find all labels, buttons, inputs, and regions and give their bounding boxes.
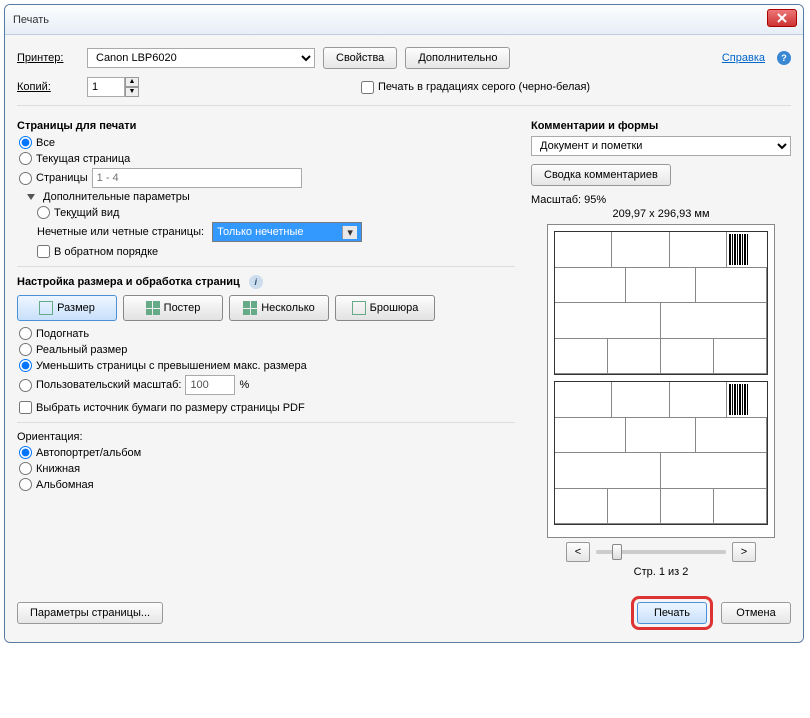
close-icon	[777, 13, 787, 23]
fit-label: Подогнать	[36, 328, 89, 340]
booklet-icon	[352, 301, 366, 315]
printer-label: Принтер:	[17, 52, 79, 64]
radio-current-label: Текущая страница	[36, 153, 130, 165]
page-indicator: Стр. 1 из 2	[531, 566, 791, 578]
page-setup-button[interactable]: Параметры страницы...	[17, 602, 163, 624]
properties-button[interactable]: Свойства	[323, 47, 397, 69]
radio-fit[interactable]	[19, 327, 32, 340]
radio-current[interactable]	[19, 152, 32, 165]
orientation-title: Ориентация:	[17, 431, 515, 443]
custom-scale-input[interactable]	[185, 375, 235, 395]
dimensions-label: 209,97 x 296,93 мм	[531, 208, 791, 220]
size-tab[interactable]: Размер	[17, 295, 117, 321]
comments-title: Комментарии и формы	[531, 120, 791, 132]
portrait-label: Книжная	[36, 463, 80, 475]
copies-down[interactable]: ▼	[125, 87, 139, 97]
multiple-tab[interactable]: Несколько	[229, 295, 329, 321]
poster-tab[interactable]: Постер	[123, 295, 223, 321]
copies-label: Копий:	[17, 81, 79, 93]
info-icon[interactable]: i	[249, 275, 263, 289]
auto-orient-label: Автопортрет/альбом	[36, 447, 141, 459]
advanced-button[interactable]: Дополнительно	[405, 47, 510, 69]
custom-label: Пользовательский масштаб:	[36, 379, 181, 391]
paper-source-checkbox[interactable]	[19, 401, 32, 414]
page-range-input[interactable]	[92, 168, 302, 188]
scale-label: Масштаб: 95%	[531, 194, 791, 206]
sizing-title: Настройка размера и обработка страниц	[17, 276, 240, 288]
booklet-tab[interactable]: Брошюра	[335, 295, 435, 321]
pages-group-title: Страницы для печати	[17, 120, 515, 132]
actual-label: Реальный размер	[36, 344, 127, 356]
radio-pages-label: Страницы	[36, 172, 88, 184]
grayscale-label: Печать в градациях серого (черно-белая)	[378, 81, 590, 93]
dialog-body: Принтер: Canon LBP6020 Свойства Дополнит…	[5, 35, 803, 642]
radio-custom[interactable]	[19, 379, 32, 392]
more-options-label[interactable]: Дополнительные параметры	[43, 191, 190, 203]
reverse-label: В обратном порядке	[54, 246, 158, 258]
prev-page-button[interactable]: <	[566, 542, 590, 562]
radio-all[interactable]	[19, 136, 32, 149]
radio-auto-orient[interactable]	[19, 446, 32, 459]
copies-input[interactable]	[87, 77, 125, 97]
slider-thumb[interactable]	[612, 544, 622, 560]
current-view-label: Текущий вид	[54, 207, 119, 219]
radio-actual[interactable]	[19, 343, 32, 356]
close-button[interactable]	[767, 9, 797, 27]
print-button[interactable]: Печать	[637, 602, 707, 624]
pct-label: %	[239, 379, 249, 391]
zoom-slider[interactable]	[596, 550, 726, 554]
size-icon	[39, 301, 53, 315]
print-button-highlight: Печать	[631, 596, 713, 630]
landscape-label: Альбомная	[36, 479, 94, 491]
radio-current-view[interactable]	[37, 206, 50, 219]
radio-shrink[interactable]	[19, 359, 32, 372]
radio-pages[interactable]	[19, 172, 32, 185]
preview-doc-1	[554, 231, 768, 375]
next-page-button[interactable]: >	[732, 542, 756, 562]
help-link[interactable]: Справка	[722, 52, 765, 64]
print-dialog: Печать Принтер: Canon LBP6020 Свойства Д…	[4, 4, 804, 643]
grayscale-checkbox[interactable]	[361, 81, 374, 94]
summarize-comments-button[interactable]: Сводка комментариев	[531, 164, 671, 186]
poster-icon	[146, 301, 160, 315]
copies-spinbox[interactable]: ▲ ▼	[87, 77, 139, 97]
radio-landscape[interactable]	[19, 478, 32, 491]
printer-select[interactable]: Canon LBP6020	[87, 48, 315, 68]
cancel-button[interactable]: Отмена	[721, 602, 791, 624]
multiple-icon	[243, 301, 257, 315]
preview-doc-2	[554, 381, 768, 525]
titlebar: Печать	[5, 5, 803, 35]
radio-portrait[interactable]	[19, 462, 32, 475]
odd-even-select[interactable]: Только нечетные	[212, 222, 362, 242]
comments-select[interactable]: Документ и пометки	[531, 136, 791, 156]
reverse-checkbox[interactable]	[37, 245, 50, 258]
copies-up[interactable]: ▲	[125, 77, 139, 87]
help-icon[interactable]: ?	[777, 51, 791, 65]
shrink-label: Уменьшить страницы с превышением макс. р…	[36, 360, 307, 372]
window-title: Печать	[13, 14, 49, 26]
paper-source-label: Выбрать источник бумаги по размеру стран…	[36, 402, 305, 414]
odd-even-label: Нечетные или четные страницы:	[37, 226, 204, 238]
print-preview	[547, 224, 775, 538]
expand-icon[interactable]	[27, 194, 35, 200]
radio-all-label: Все	[36, 137, 55, 149]
